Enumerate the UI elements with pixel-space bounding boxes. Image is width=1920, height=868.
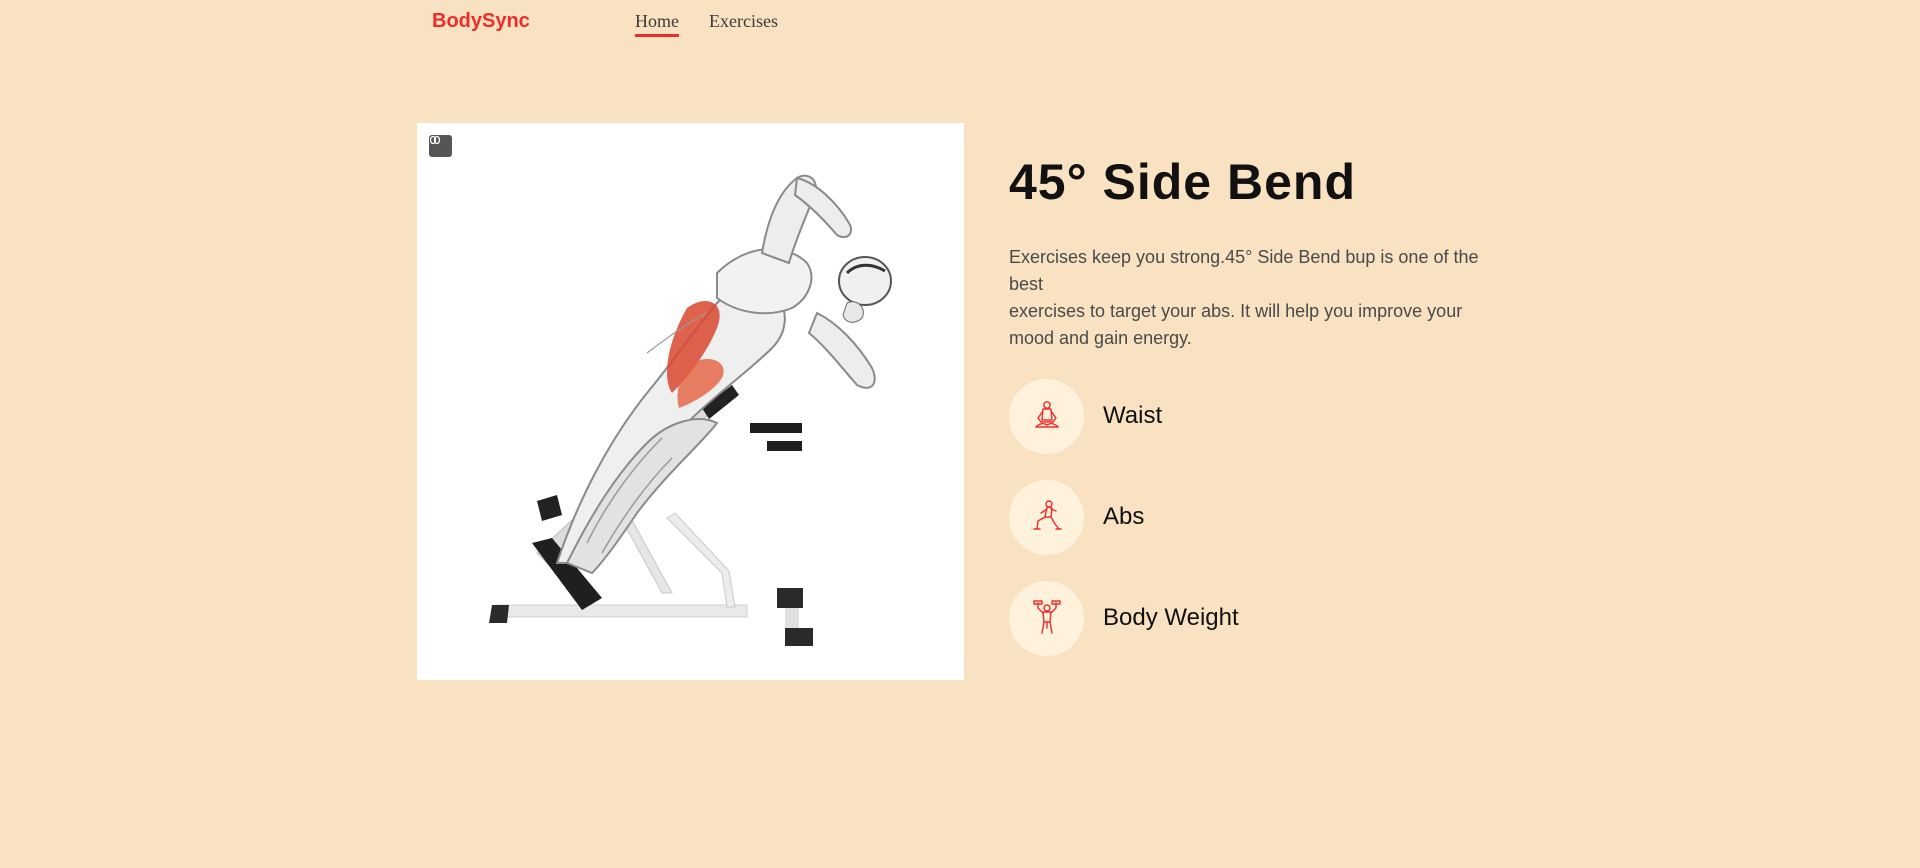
- tag-label: Waist: [1103, 402, 1163, 429]
- gallery-badge-icon[interactable]: [429, 135, 452, 157]
- exercise-image: [417, 123, 964, 680]
- description-line: Exercises keep you strong.45° Side Bend …: [1009, 247, 1479, 294]
- exercise-tags: Waist Abs Body Weight: [1009, 378, 1499, 656]
- tag-label: Body Weight: [1103, 604, 1239, 631]
- meditation-icon: [1009, 378, 1084, 454]
- exercise-description: Exercises keep you strong.45° Side Bend …: [1009, 244, 1499, 352]
- exercise-illustration: [489, 174, 892, 646]
- exercise-title: 45° Side Bend: [1009, 154, 1356, 210]
- exercise-detail: 45° Side Bend Exercises keep you strong.…: [1009, 150, 1499, 681]
- nav-link-exercises[interactable]: Exercises: [709, 10, 778, 37]
- nav-link-home[interactable]: Home: [635, 10, 679, 37]
- navbar: BodySync Home Exercises: [0, 0, 1920, 42]
- nav-links: Home Exercises: [635, 10, 778, 37]
- brand-logo[interactable]: BodySync: [432, 9, 530, 33]
- tag-abs: Abs: [1009, 479, 1499, 555]
- dumbbell-lift-icon: [1009, 580, 1084, 656]
- tag-body-weight: Body Weight: [1009, 580, 1499, 656]
- description-line: exercises to target your abs. It will he…: [1009, 301, 1463, 348]
- tag-label: Abs: [1103, 503, 1145, 530]
- lunge-icon: [1009, 479, 1084, 555]
- tag-waist: Waist: [1009, 378, 1499, 454]
